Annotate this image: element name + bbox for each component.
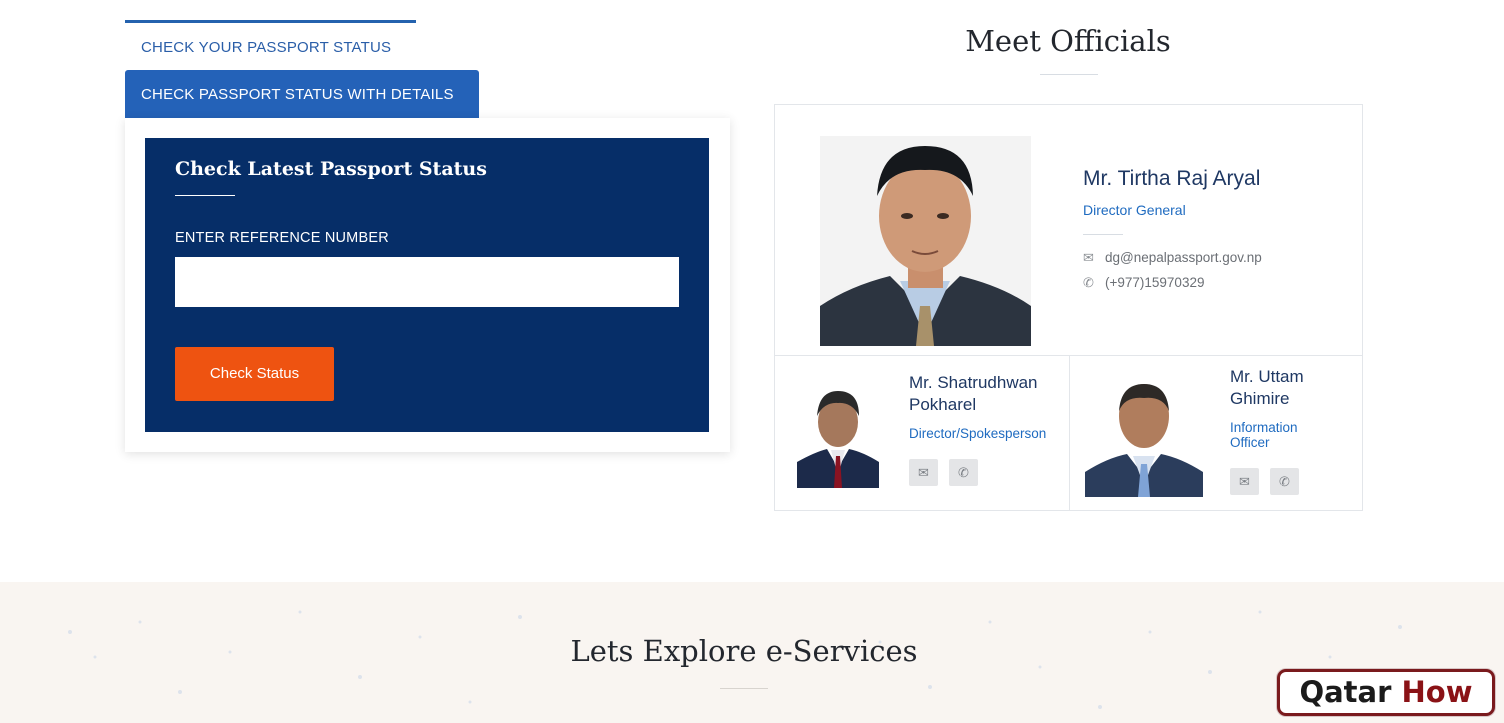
official-second-email-button[interactable]: ✉ [909,459,938,486]
official-third-role: Information Officer [1230,420,1298,450]
official-second-name: Mr. Shatrudhwan Pokharel [909,372,1038,416]
official-third-role-line2: Officer [1230,435,1270,450]
watermark-part2: How [1401,675,1473,709]
official-second-role: Director/Spokesperson [909,426,1047,441]
official-third-role-line1: Information [1230,420,1298,435]
eservices-title: Lets Explore e-Services [570,634,918,668]
officials-section-title: Meet Officials [965,24,1171,58]
envelope-icon: ✉ [1083,250,1094,265]
eservices-title-underline [720,688,768,689]
watermark-part1: Qatar [1299,675,1392,709]
tab-check-passport-status[interactable]: CHECK YOUR PASSPORT STATUS [125,20,416,70]
official-main-phone[interactable]: ✆ (+977)15970329 [1083,275,1204,291]
official-photo-second [797,386,879,488]
official-main-email-text: dg@nepalpassport.gov.np [1105,250,1262,265]
official-second-name-line2: Pokharel [909,395,977,414]
envelope-icon: ✉ [918,465,929,480]
official-main-role: Director General [1083,202,1186,218]
reference-number-input[interactable] [175,257,679,307]
phone-icon: ✆ [958,465,969,480]
official-main-divider [1083,234,1123,235]
official-third-name-line1: Mr. Uttam [1230,367,1304,386]
phone-icon: ✆ [1279,474,1290,489]
status-card: Check Latest Passport Status ENTER REFER… [125,118,730,452]
official-third-name-line2: Ghimire [1230,389,1290,408]
official-third-phone-button[interactable]: ✆ [1270,468,1299,495]
tab-check-passport-status-details[interactable]: CHECK PASSPORT STATUS WITH DETAILS [125,70,479,118]
status-form-panel: Check Latest Passport Status ENTER REFER… [145,138,709,432]
reference-field-label: ENTER REFERENCE NUMBER [175,230,389,246]
qatarhow-watermark-logo: Qatar How [1277,669,1495,716]
official-second-phone-button[interactable]: ✆ [949,459,978,486]
official-main-name: Mr. Tirtha Raj Aryal [1083,167,1261,190]
official-third-email-button[interactable]: ✉ [1230,468,1259,495]
phone-icon: ✆ [1083,275,1094,290]
official-second-name-line1: Mr. Shatrudhwan [909,373,1038,392]
official-photo-main [820,136,1031,346]
title-underline [175,195,235,196]
official-photo-third [1085,376,1203,497]
status-form-title: Check Latest Passport Status [175,158,487,180]
envelope-icon: ✉ [1239,474,1250,489]
official-third-name: Mr. Uttam Ghimire [1230,366,1304,410]
officials-divider-vertical [1069,356,1070,511]
check-status-button[interactable]: Check Status [175,347,334,401]
official-main-email[interactable]: ✉ dg@nepalpassport.gov.np [1083,250,1262,266]
officials-card: Mr. Tirtha Raj Aryal Director General ✉ d… [774,104,1363,511]
official-main-phone-text: (+977)15970329 [1105,275,1205,290]
officials-title-underline [1040,74,1098,75]
